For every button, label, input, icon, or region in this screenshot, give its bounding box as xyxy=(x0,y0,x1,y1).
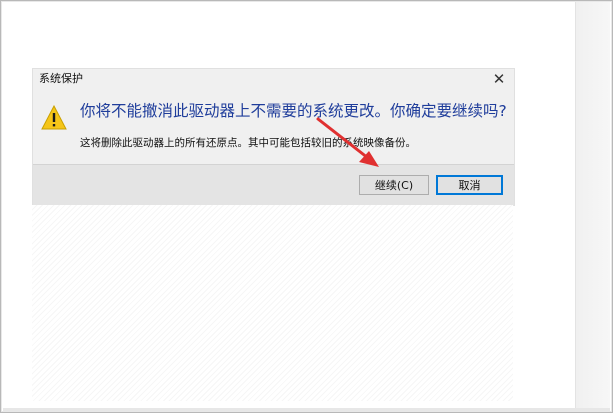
background-content-area xyxy=(32,205,513,401)
right-scroll-strip xyxy=(575,2,610,411)
system-protection-dialog: 系统保护 ✕ 你将不能撤消此驱动器上不需要的系统更改。你确定要继续吗? 这将删除… xyxy=(32,68,515,206)
warning-icon xyxy=(41,105,67,130)
continue-button[interactable]: 继续(C) xyxy=(359,175,429,195)
right-strip-fill xyxy=(576,2,610,411)
dialog-title: 系统保护 xyxy=(39,72,83,85)
close-icon: ✕ xyxy=(492,70,506,88)
cancel-button[interactable]: 取消 xyxy=(436,175,503,195)
bottom-border xyxy=(3,408,610,411)
close-button[interactable]: ✕ xyxy=(488,69,510,89)
dialog-description: 这将删除此驱动器上的所有还原点。其中可能包括较旧的系统映像备份。 xyxy=(80,137,416,149)
dialog-button-area: 继续(C) 取消 xyxy=(33,164,514,206)
main-instruction: 你将不能撤消此驱动器上不需要的系统更改。你确定要继续吗? xyxy=(80,102,507,120)
dialog-title-bar: 系统保护 ✕ xyxy=(33,69,514,89)
